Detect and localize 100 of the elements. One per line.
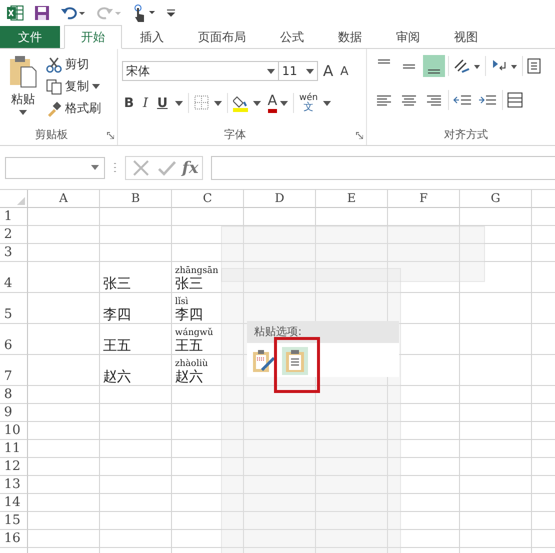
- grid-cell[interactable]: [100, 440, 172, 458]
- row-header[interactable]: 5: [0, 293, 28, 324]
- grid-cell[interactable]: [460, 386, 532, 404]
- grid-cell[interactable]: [244, 404, 316, 422]
- grid-cell[interactable]: [28, 494, 100, 512]
- copy-button[interactable]: 复制: [46, 77, 101, 96]
- grid-cell[interactable]: lǐsì 李四: [172, 293, 244, 324]
- grid-cell[interactable]: [28, 355, 100, 386]
- row-header[interactable]: 1: [0, 208, 28, 226]
- phonetic-button[interactable]: wén 文: [299, 93, 318, 113]
- row-header[interactable]: 10: [0, 422, 28, 440]
- grid-cell[interactable]: [316, 530, 388, 548]
- grid-cell[interactable]: [388, 262, 460, 293]
- grid-cell[interactable]: 李四: [100, 293, 172, 324]
- grid-cell[interactable]: [388, 386, 460, 404]
- grid-cell[interactable]: [172, 244, 244, 262]
- grid-cell[interactable]: [172, 404, 244, 422]
- ribbon-tab[interactable]: 视图: [438, 26, 494, 48]
- format-painter-button[interactable]: 格式刷: [46, 99, 101, 118]
- customize-icon[interactable]: [166, 6, 176, 18]
- grid-cell[interactable]: [100, 404, 172, 422]
- grid-cell[interactable]: [388, 422, 460, 440]
- ribbon-tab[interactable]: 页面布局: [182, 26, 262, 48]
- grid-cell[interactable]: [388, 244, 460, 262]
- grid-cell[interactable]: [100, 476, 172, 494]
- grid-cell[interactable]: [244, 530, 316, 548]
- ribbon-tab[interactable]: 开始: [64, 25, 122, 49]
- grid-cell[interactable]: [244, 458, 316, 476]
- paste-values-button[interactable]: [282, 347, 308, 375]
- grid-cell[interactable]: 王五: [100, 324, 172, 355]
- grid-cell[interactable]: zhàoliù 赵六: [172, 355, 244, 386]
- grid-cell[interactable]: [172, 226, 244, 244]
- grid-cell[interactable]: [244, 208, 316, 226]
- grid-cell[interactable]: [244, 244, 316, 262]
- grid-cell[interactable]: [100, 208, 172, 226]
- redo-icon[interactable]: [96, 4, 122, 20]
- grid-cell[interactable]: [460, 244, 532, 262]
- font-size-field[interactable]: 11: [278, 61, 318, 81]
- dialog-launcher-icon[interactable]: [107, 132, 114, 139]
- row-header[interactable]: 6: [0, 324, 28, 355]
- row-header[interactable]: 8: [0, 386, 28, 404]
- column-header[interactable]: A: [28, 190, 100, 208]
- grid-cell[interactable]: [244, 440, 316, 458]
- font-color-button[interactable]: A: [268, 94, 288, 112]
- grid-cell[interactable]: [460, 530, 532, 548]
- grid-cell[interactable]: [100, 494, 172, 512]
- grid-cell[interactable]: [172, 386, 244, 404]
- grid-cell[interactable]: [460, 262, 532, 293]
- grid-cell[interactable]: [460, 422, 532, 440]
- bold-button[interactable]: B: [122, 96, 136, 110]
- grid-cell[interactable]: [172, 494, 244, 512]
- grid-cell[interactable]: [388, 458, 460, 476]
- shrink-font-button[interactable]: A: [338, 64, 350, 78]
- touch-mode-icon[interactable]: [132, 4, 156, 22]
- grid-cell[interactable]: [460, 404, 532, 422]
- excel-logo-icon[interactable]: [6, 4, 24, 22]
- grid-cell[interactable]: [460, 355, 532, 386]
- row-header[interactable]: 4: [0, 262, 28, 293]
- grid-cell[interactable]: [28, 458, 100, 476]
- grid-cell[interactable]: [100, 422, 172, 440]
- grid-cell[interactable]: [316, 262, 388, 293]
- select-all-corner[interactable]: [0, 190, 28, 208]
- grid-cell[interactable]: [244, 226, 316, 244]
- dropdown-arrow-icon[interactable]: [322, 100, 331, 106]
- grid-cell[interactable]: [388, 404, 460, 422]
- grid-cell[interactable]: [28, 512, 100, 530]
- row-header[interactable]: 3: [0, 244, 28, 262]
- grid-cell[interactable]: [28, 440, 100, 458]
- insert-function-button[interactable]: fx: [182, 158, 198, 177]
- formula-field[interactable]: [211, 156, 555, 180]
- bottom-align-icon[interactable]: [423, 55, 445, 77]
- column-header[interactable]: C: [172, 190, 244, 208]
- grid-cell[interactable]: [28, 226, 100, 244]
- column-header[interactable]: E: [316, 190, 388, 208]
- grid-cell[interactable]: [172, 476, 244, 494]
- undo-icon[interactable]: [60, 4, 86, 20]
- dropdown-arrow-icon[interactable]: [174, 100, 183, 106]
- grid-cell[interactable]: [460, 494, 532, 512]
- grid-cell[interactable]: [100, 226, 172, 244]
- ribbon-tab[interactable]: 插入: [124, 26, 180, 48]
- save-icon[interactable]: [34, 4, 50, 20]
- row-header[interactable]: 11: [0, 440, 28, 458]
- grid-cell[interactable]: wángwǔ 王五: [172, 324, 244, 355]
- grid-cell[interactable]: [388, 208, 460, 226]
- grid-cell[interactable]: [460, 324, 532, 355]
- grid-cell[interactable]: [172, 440, 244, 458]
- borders-icon[interactable]: [194, 95, 222, 111]
- grid-cell[interactable]: [28, 262, 100, 293]
- row-header[interactable]: 12: [0, 458, 28, 476]
- grid-cell[interactable]: [316, 226, 388, 244]
- row-header[interactable]: 7: [0, 355, 28, 386]
- grid-cell[interactable]: [244, 422, 316, 440]
- grid-cell[interactable]: [316, 476, 388, 494]
- column-header[interactable]: G: [460, 190, 532, 208]
- ribbon-tab[interactable]: 审阅: [380, 26, 436, 48]
- column-header[interactable]: B: [100, 190, 172, 208]
- grid-cell[interactable]: [172, 422, 244, 440]
- row-header[interactable]: 2: [0, 226, 28, 244]
- grid-cell[interactable]: 张三: [100, 262, 172, 293]
- grid-cell[interactable]: [460, 458, 532, 476]
